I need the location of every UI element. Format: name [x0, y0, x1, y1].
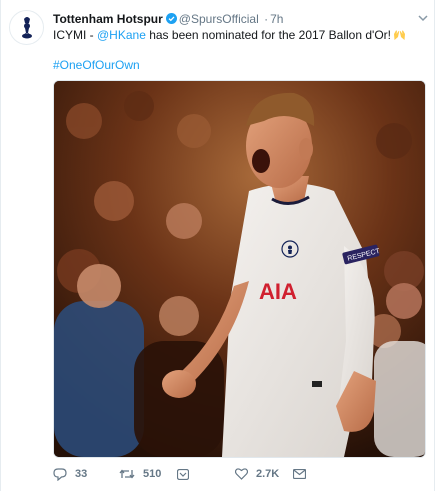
- like-button[interactable]: 2.7K: [235, 465, 279, 483]
- envelope-icon: [293, 469, 306, 479]
- hashtag-link[interactable]: #OneOfOurOwn: [53, 58, 140, 72]
- avatar[interactable]: [9, 10, 44, 45]
- direct-message-button[interactable]: [177, 465, 197, 483]
- handle[interactable]: @SpursOfficial: [179, 12, 259, 26]
- mention-link[interactable]: @HKane: [97, 28, 146, 42]
- reply-button[interactable]: 33: [53, 465, 87, 483]
- retweet-count: 510: [143, 468, 162, 480]
- separator: ·: [264, 12, 269, 26]
- share-button[interactable]: [293, 465, 314, 483]
- heart-icon: [235, 468, 248, 480]
- tweet-text-prefix: ICYMI -: [53, 28, 97, 42]
- verified-badge-icon: [165, 13, 177, 24]
- shirt-sponsor-text: AIA: [259, 279, 297, 304]
- tweet-text-suffix: has been nominated for the 2017 Ballon d…: [145, 28, 391, 42]
- raised-hands-icon: [393, 28, 406, 41]
- harry-kane-celebration-photo: AIA RESPECT: [54, 81, 425, 457]
- reply-icon: [53, 467, 67, 481]
- tweet-header: Tottenham Hotspur @SpursOfficial · 7h: [53, 12, 283, 27]
- like-count: 2.7K: [256, 468, 280, 480]
- shield-heart-icon: [177, 468, 189, 480]
- spurs-crest-icon: [12, 13, 41, 42]
- tweet-actions: 33 510 2.7K: [53, 465, 426, 483]
- timestamp[interactable]: 7h: [270, 12, 283, 26]
- tweet-text: ICYMI - @HKane has been nominated for th…: [53, 28, 406, 43]
- retweet-icon: [119, 469, 135, 479]
- reply-count: 33: [75, 468, 88, 480]
- chevron-down-icon[interactable]: [418, 14, 428, 22]
- retweet-button[interactable]: 510: [119, 465, 161, 483]
- hashtag-line: #OneOfOurOwn: [53, 58, 140, 73]
- display-name[interactable]: Tottenham Hotspur: [53, 12, 163, 26]
- tweet-card[interactable]: Tottenham Hotspur @SpursOfficial · 7h ICYM…: [0, 0, 435, 491]
- tweet-photo[interactable]: AIA RESPECT: [53, 80, 426, 458]
